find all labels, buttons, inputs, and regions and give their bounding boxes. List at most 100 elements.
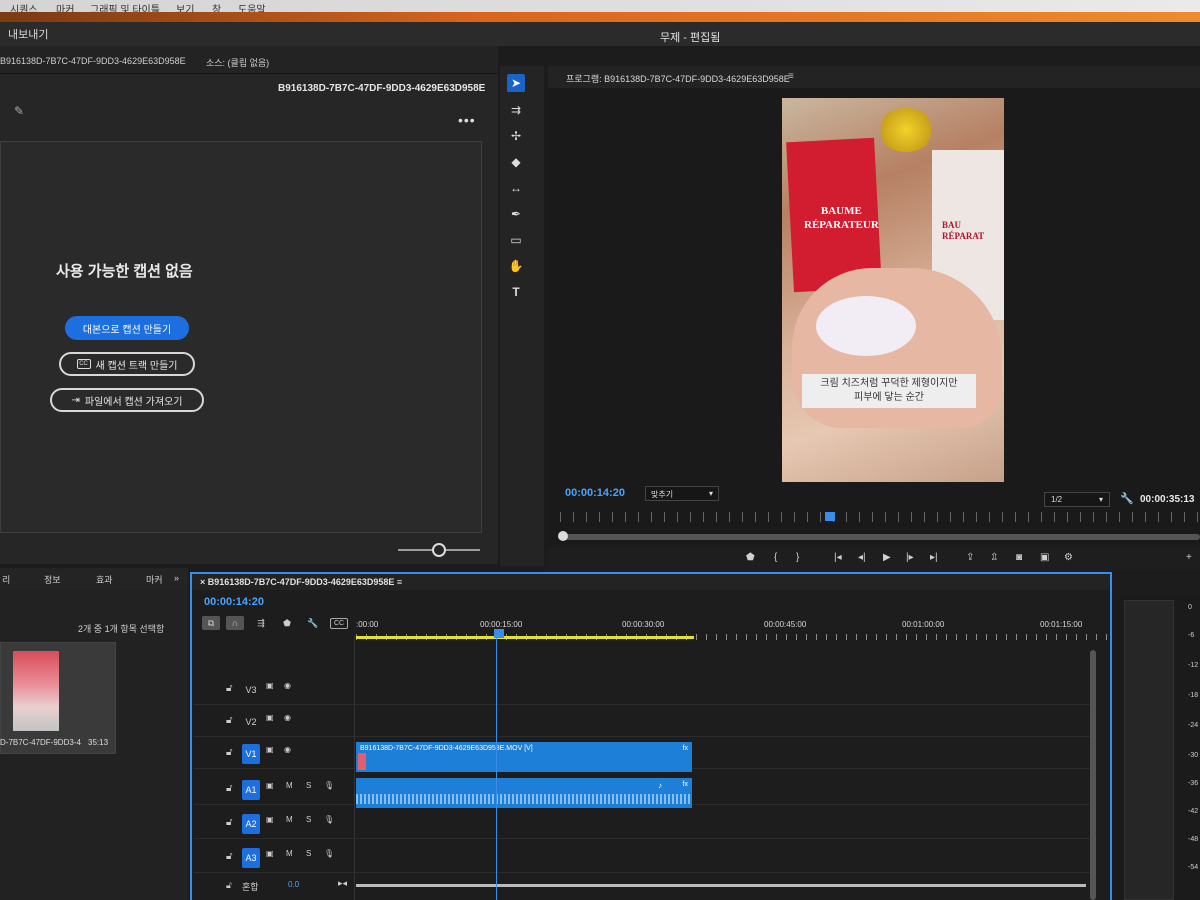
lock-icon[interactable]: 🔓︎ (226, 851, 232, 862)
toggle-sync-icon[interactable]: ▣ (266, 815, 274, 824)
slip-tool-icon[interactable]: ↔ (507, 179, 525, 197)
step-back-icon[interactable]: ◂| (858, 552, 866, 563)
tab-info[interactable]: 정보 (44, 573, 61, 586)
toggle-sync-icon[interactable]: ▣ (266, 713, 274, 722)
microphone-icon[interactable]: 🎙︎ (324, 849, 334, 858)
microphone-icon[interactable]: 🎙︎ (324, 815, 334, 824)
timeline-playhead-handle[interactable] (494, 629, 504, 638)
audio-clip[interactable]: ♪ fx (356, 778, 692, 808)
add-button-icon[interactable]: + (1186, 552, 1192, 563)
new-caption-track-button[interactable]: CC 새 캡션 트랙 만들기 (59, 352, 195, 376)
solo-button[interactable]: S (306, 781, 311, 790)
cc-icon[interactable]: CC (330, 618, 348, 629)
mix-volume-value[interactable]: 0.0 (288, 880, 299, 889)
program-monitor-title[interactable]: 프로그램: B916138D-7B7C-47DF-9DD3-4629E63D95… (566, 72, 790, 85)
lock-icon[interactable]: 🔓︎ (226, 747, 232, 758)
program-scrollbar-handle[interactable] (558, 531, 568, 541)
mark-in-icon[interactable]: { (774, 552, 777, 563)
linked-selection-icon[interactable]: ⇶ (252, 616, 270, 630)
track-name[interactable]: V2 (242, 712, 260, 732)
wrench-icon[interactable]: 🔧 (1120, 492, 1134, 505)
tab-effects[interactable]: 효과 (96, 573, 113, 586)
lock-icon[interactable]: 🔓︎ (226, 715, 232, 726)
hand-tool-icon[interactable]: ✋ (507, 257, 525, 275)
resolution-dropdown[interactable]: 1/2 ▾ (1044, 492, 1110, 507)
pen-tool-icon[interactable]: ✒ (507, 205, 525, 223)
nest-icon[interactable]: ⧉ (202, 616, 220, 630)
settings-icon[interactable]: ⚙ (1064, 552, 1073, 563)
toggle-sync-icon[interactable]: ▣ (266, 849, 274, 858)
timeline-playhead-line[interactable] (496, 638, 497, 900)
export-frame-icon[interactable]: ◙ (1016, 552, 1022, 563)
eye-icon[interactable]: ◉ (284, 681, 291, 690)
work-area-bar[interactable] (356, 636, 694, 639)
solo-button[interactable]: S (306, 849, 311, 858)
microphone-icon[interactable]: 🎙︎ (324, 781, 334, 790)
program-playhead[interactable] (825, 512, 835, 521)
razor-tool-icon[interactable]: ◆ (507, 153, 525, 171)
pencil-icon[interactable]: ✎ (14, 104, 24, 118)
mute-button[interactable]: M (286, 781, 293, 790)
lift-icon[interactable]: ⇪ (966, 552, 974, 563)
track-select-tool-icon[interactable]: ⇉ (507, 101, 525, 119)
track-name[interactable]: A2 (242, 814, 260, 834)
mute-button[interactable]: M (286, 815, 293, 824)
ripple-edit-tool-icon[interactable]: ✢ (507, 127, 525, 145)
create-captions-from-transcript-button[interactable]: 대본으로 캡션 만들기 (65, 316, 189, 340)
program-timecode[interactable]: 00:00:14:20 (565, 487, 625, 499)
snap-icon[interactable]: ∩ (226, 616, 244, 630)
go-to-out-icon[interactable]: ▸| (930, 552, 938, 563)
program-time-ruler[interactable] (560, 512, 1200, 522)
overflow-chevron-icon[interactable]: » (174, 573, 179, 583)
extract-icon[interactable]: ⇫ (990, 552, 998, 563)
lock-icon[interactable]: 🔓︎ (226, 783, 232, 794)
more-options-icon[interactable]: ••• (458, 112, 476, 128)
add-marker-icon[interactable]: ⬟ (746, 552, 755, 563)
go-to-end-icon[interactable]: ▸◂ (338, 878, 347, 889)
title-bar: 내보내기 무제 - 편집됨 (0, 22, 1200, 46)
type-tool-icon[interactable]: T (507, 283, 525, 301)
tab-markers[interactable]: 마커 (146, 573, 163, 586)
track-name[interactable]: A3 (242, 848, 260, 868)
mark-out-icon[interactable]: } (796, 552, 799, 563)
toggle-sync-icon[interactable]: ▣ (266, 745, 274, 754)
timeline-ruler[interactable]: :00:00 00:00:15:00 00:00:30:00 00:00:45:… (356, 614, 1108, 644)
selection-tool-icon[interactable]: ➤ (507, 74, 525, 92)
program-zoom-scrollbar[interactable] (560, 534, 1200, 540)
lock-icon[interactable]: 🔓︎ (226, 880, 232, 891)
menu-icon[interactable]: ≡ (788, 71, 794, 82)
toggle-sync-icon[interactable]: ▣ (266, 681, 274, 690)
eye-icon[interactable]: ◉ (284, 745, 291, 754)
solo-button[interactable]: S (306, 815, 311, 824)
tab-library[interactable]: 리 (2, 573, 10, 586)
add-marker-icon[interactable]: ⬟ (278, 616, 296, 630)
toggle-sync-icon[interactable]: ▣ (266, 781, 274, 790)
source-tab[interactable]: 소스: (클립 없음) (206, 56, 269, 69)
eye-icon[interactable]: ◉ (284, 713, 291, 722)
mute-button[interactable]: M (286, 849, 293, 858)
video-preview[interactable]: BAUME RÉPARATEUR BAU RÉPARAT 크림 치즈처럼 꾸덕한… (782, 98, 1004, 482)
step-forward-icon[interactable]: |▸ (906, 552, 914, 563)
panel-tab-id[interactable]: B916138D-7B7C-47DF-9DD3-4629E63D958E (0, 56, 186, 66)
fit-dropdown[interactable]: 맞추기 ▾ (645, 486, 719, 501)
lock-icon[interactable]: 🔓︎ (226, 817, 232, 828)
compare-view-icon[interactable]: ▣ (1040, 552, 1049, 563)
play-icon[interactable]: ▶ (883, 552, 891, 563)
export-tab[interactable]: 내보내기 (8, 26, 48, 42)
mix-track-label: 혼합 (242, 882, 259, 892)
timeline-vertical-scrollbar[interactable] (1090, 650, 1096, 900)
zoom-slider-handle[interactable] (432, 543, 446, 557)
rectangle-tool-icon[interactable]: ▭ (507, 231, 525, 249)
sequence-tab[interactable]: × B916138D-7B7C-47DF-9DD3-4629E63D958E ≡ (200, 577, 402, 587)
wrench-icon[interactable]: 🔧 (304, 616, 322, 630)
timeline-timecode[interactable]: 00:00:14:20 (204, 596, 264, 608)
track-name[interactable]: V1 (242, 744, 260, 764)
track-name[interactable]: A1 (242, 780, 260, 800)
track-name[interactable]: V3 (242, 680, 260, 700)
lock-icon[interactable]: 🔓︎ (226, 683, 232, 694)
import-captions-button[interactable]: ⇥ 파일에서 캡션 가져오기 (50, 388, 204, 412)
resolution-dropdown-value: 1/2 (1051, 495, 1063, 504)
go-to-in-icon[interactable]: |◂ (834, 552, 842, 563)
video-clip[interactable]: B916138D-7B7C-47DF-9DD3-4629E63D958E.MOV… (356, 742, 692, 772)
ruler-label: 00:01:15:00 (1040, 620, 1083, 629)
